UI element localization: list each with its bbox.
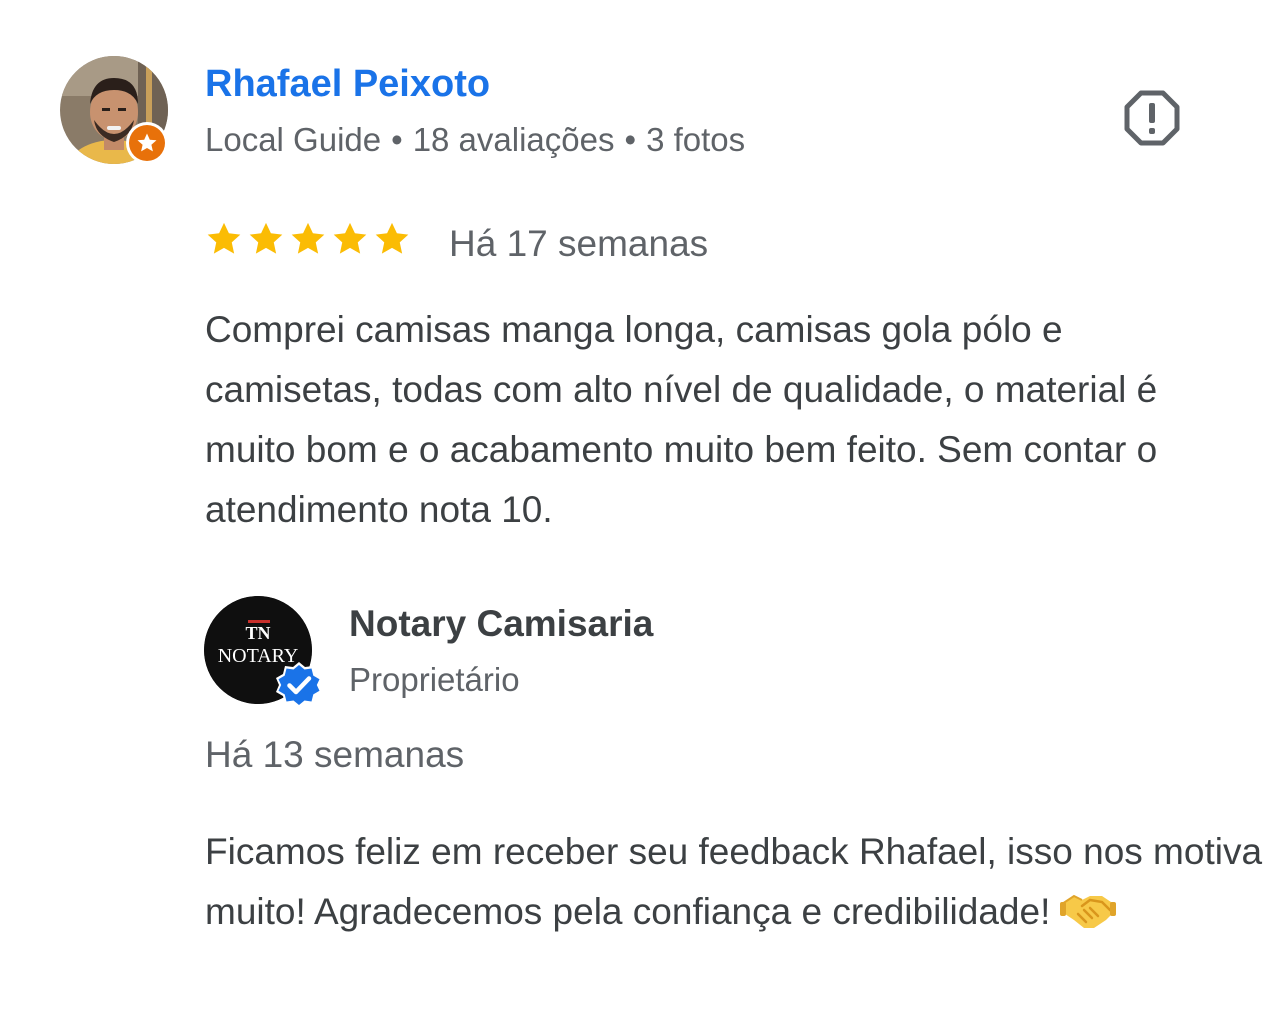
meta-separator: • [624, 121, 637, 158]
review-card: Rhafael Peixoto Local Guide • 18 avaliaçõe… [0, 0, 1284, 1029]
rating-stars [205, 220, 411, 258]
reply-date: Há 13 semanas [205, 734, 465, 775]
report-review-button[interactable] [1116, 86, 1188, 150]
review-text: Comprei camisas manga longa, camisas gol… [205, 309, 1158, 530]
owner-role: Proprietário [349, 661, 520, 698]
review-date: Há 17 semanas [449, 223, 709, 264]
reply-text-container: Ficamos feliz em receber seu feedback Rh… [205, 822, 1265, 942]
star-filled-icon [207, 222, 241, 254]
reviewer-name[interactable]: Rhafael Peixoto [205, 60, 490, 108]
star-filled-icon [291, 222, 325, 254]
owner-name: Notary Camisaria [349, 603, 654, 644]
star-filled-icon [249, 222, 283, 254]
report-flag-icon [1124, 90, 1180, 146]
local-guide-badge [126, 122, 168, 164]
star-filled-icon [375, 222, 409, 254]
star-icon [137, 133, 157, 152]
meta-separator: • [391, 121, 403, 158]
logo-monogram: TN [245, 623, 270, 643]
reviewer-level: Local Guide [205, 121, 382, 158]
handshake-emoji [1060, 894, 1117, 928]
verified-check-icon [276, 662, 322, 708]
reviewer-photo-count: 3 fotos [646, 121, 746, 158]
reviewer-meta: Local Guide • 18 avaliações • 3 fotos [205, 118, 745, 162]
star-filled-icon [333, 222, 367, 254]
reviewer-review-count: 18 avaliações [412, 121, 615, 158]
